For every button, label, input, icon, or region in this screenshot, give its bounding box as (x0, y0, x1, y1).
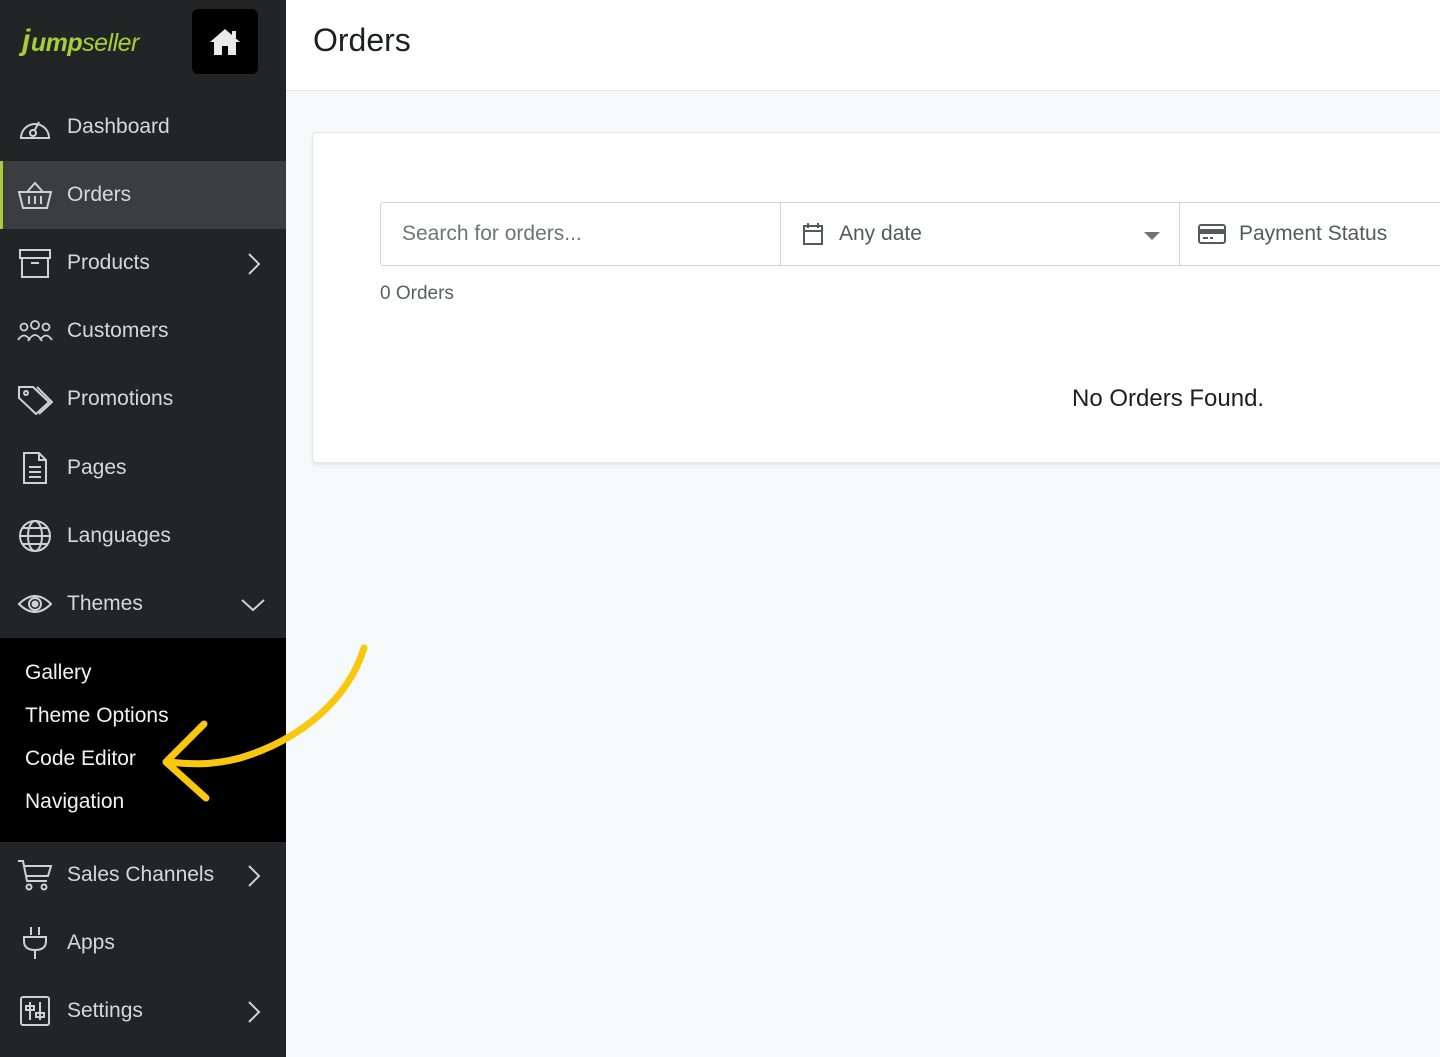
sidebar-label-languages: Languages (67, 524, 171, 547)
logo-text-seller: seller (82, 29, 139, 57)
orders-count: 0 Orders (380, 283, 454, 304)
page-title: Orders (313, 22, 411, 58)
globe-icon (17, 519, 53, 553)
sidebar-label-dashboard: Dashboard (67, 115, 170, 138)
tag-icon (17, 382, 53, 416)
payment-status-label: Payment Status (1239, 222, 1388, 245)
date-filter-label: Any date (839, 222, 922, 245)
search-input[interactable] (381, 203, 781, 265)
sidebar-label-settings: Settings (67, 999, 143, 1022)
orders-card: Any date Payment Status 0 Orders No Orde… (312, 132, 1440, 463)
empty-state-message: No Orders Found. (1072, 385, 1265, 412)
chevron-right-icon (248, 253, 261, 275)
logo-letter-j: j (22, 24, 30, 57)
top-bar: Orders (286, 0, 1440, 91)
sidebar-item-themes[interactable]: Themes (0, 570, 286, 638)
sidebar-item-orders[interactable]: Orders (0, 161, 286, 229)
date-filter-dropdown[interactable]: Any date (781, 203, 1180, 265)
logo-text-ump: ump (30, 29, 83, 57)
sidebar-label-customers: Customers (67, 319, 169, 342)
sidebar-label-promotions: Promotions (67, 387, 174, 410)
brand-bar: j ump seller (0, 0, 286, 90)
filters-bar: Any date Payment Status (380, 202, 1440, 266)
sidebar-item-languages[interactable]: Languages (0, 502, 286, 570)
sidebar-label-pages: Pages (67, 456, 127, 479)
chevron-right-icon (248, 1001, 261, 1023)
caret-down-icon (1144, 232, 1160, 240)
submenu-item-navigation[interactable]: Navigation (25, 790, 124, 814)
cart-icon (17, 858, 53, 892)
jumpseller-logo[interactable]: j ump seller (22, 24, 139, 58)
sidebar-item-customers[interactable]: Customers (0, 297, 286, 365)
sliders-icon (17, 994, 53, 1028)
sidebar-label-themes: Themes (67, 592, 143, 615)
sidebar-label-products: Products (67, 251, 150, 274)
sidebar-item-pages[interactable]: Pages (0, 434, 286, 502)
sidebar-label-orders: Orders (67, 183, 132, 206)
basket-icon (17, 178, 53, 212)
submenu-item-code-editor[interactable]: Code Editor (25, 747, 136, 771)
document-icon (17, 451, 53, 485)
sidebar-item-dashboard[interactable]: Dashboard (0, 93, 286, 161)
credit-card-icon (1198, 224, 1226, 244)
chevron-down-icon (241, 599, 265, 612)
home-icon (210, 28, 240, 55)
sidebar-label-apps: Apps (67, 931, 115, 954)
sidebar: j ump seller Dashboard Orders Products C… (0, 0, 286, 1057)
sidebar-item-apps[interactable]: Apps (0, 909, 286, 977)
submenu-item-gallery[interactable]: Gallery (25, 661, 92, 685)
plug-icon (17, 926, 53, 960)
sidebar-label-sales-channels: Sales Channels (67, 863, 215, 886)
submenu-item-theme-options[interactable]: Theme Options (25, 704, 169, 728)
sidebar-item-promotions[interactable]: Promotions (0, 365, 286, 433)
annotation-arrow (162, 644, 368, 802)
home-button[interactable] (192, 9, 258, 74)
payment-status-dropdown[interactable]: Payment Status (1180, 203, 1440, 265)
calendar-icon (803, 223, 823, 245)
box-icon (17, 246, 53, 280)
users-icon (17, 314, 53, 348)
sidebar-item-settings[interactable]: Settings (0, 977, 286, 1045)
eye-icon (17, 587, 53, 621)
chevron-right-icon (248, 865, 261, 887)
sidebar-item-sales-channels[interactable]: Sales Channels (0, 841, 286, 909)
gauge-icon (17, 110, 53, 144)
sidebar-item-products[interactable]: Products (0, 229, 286, 297)
